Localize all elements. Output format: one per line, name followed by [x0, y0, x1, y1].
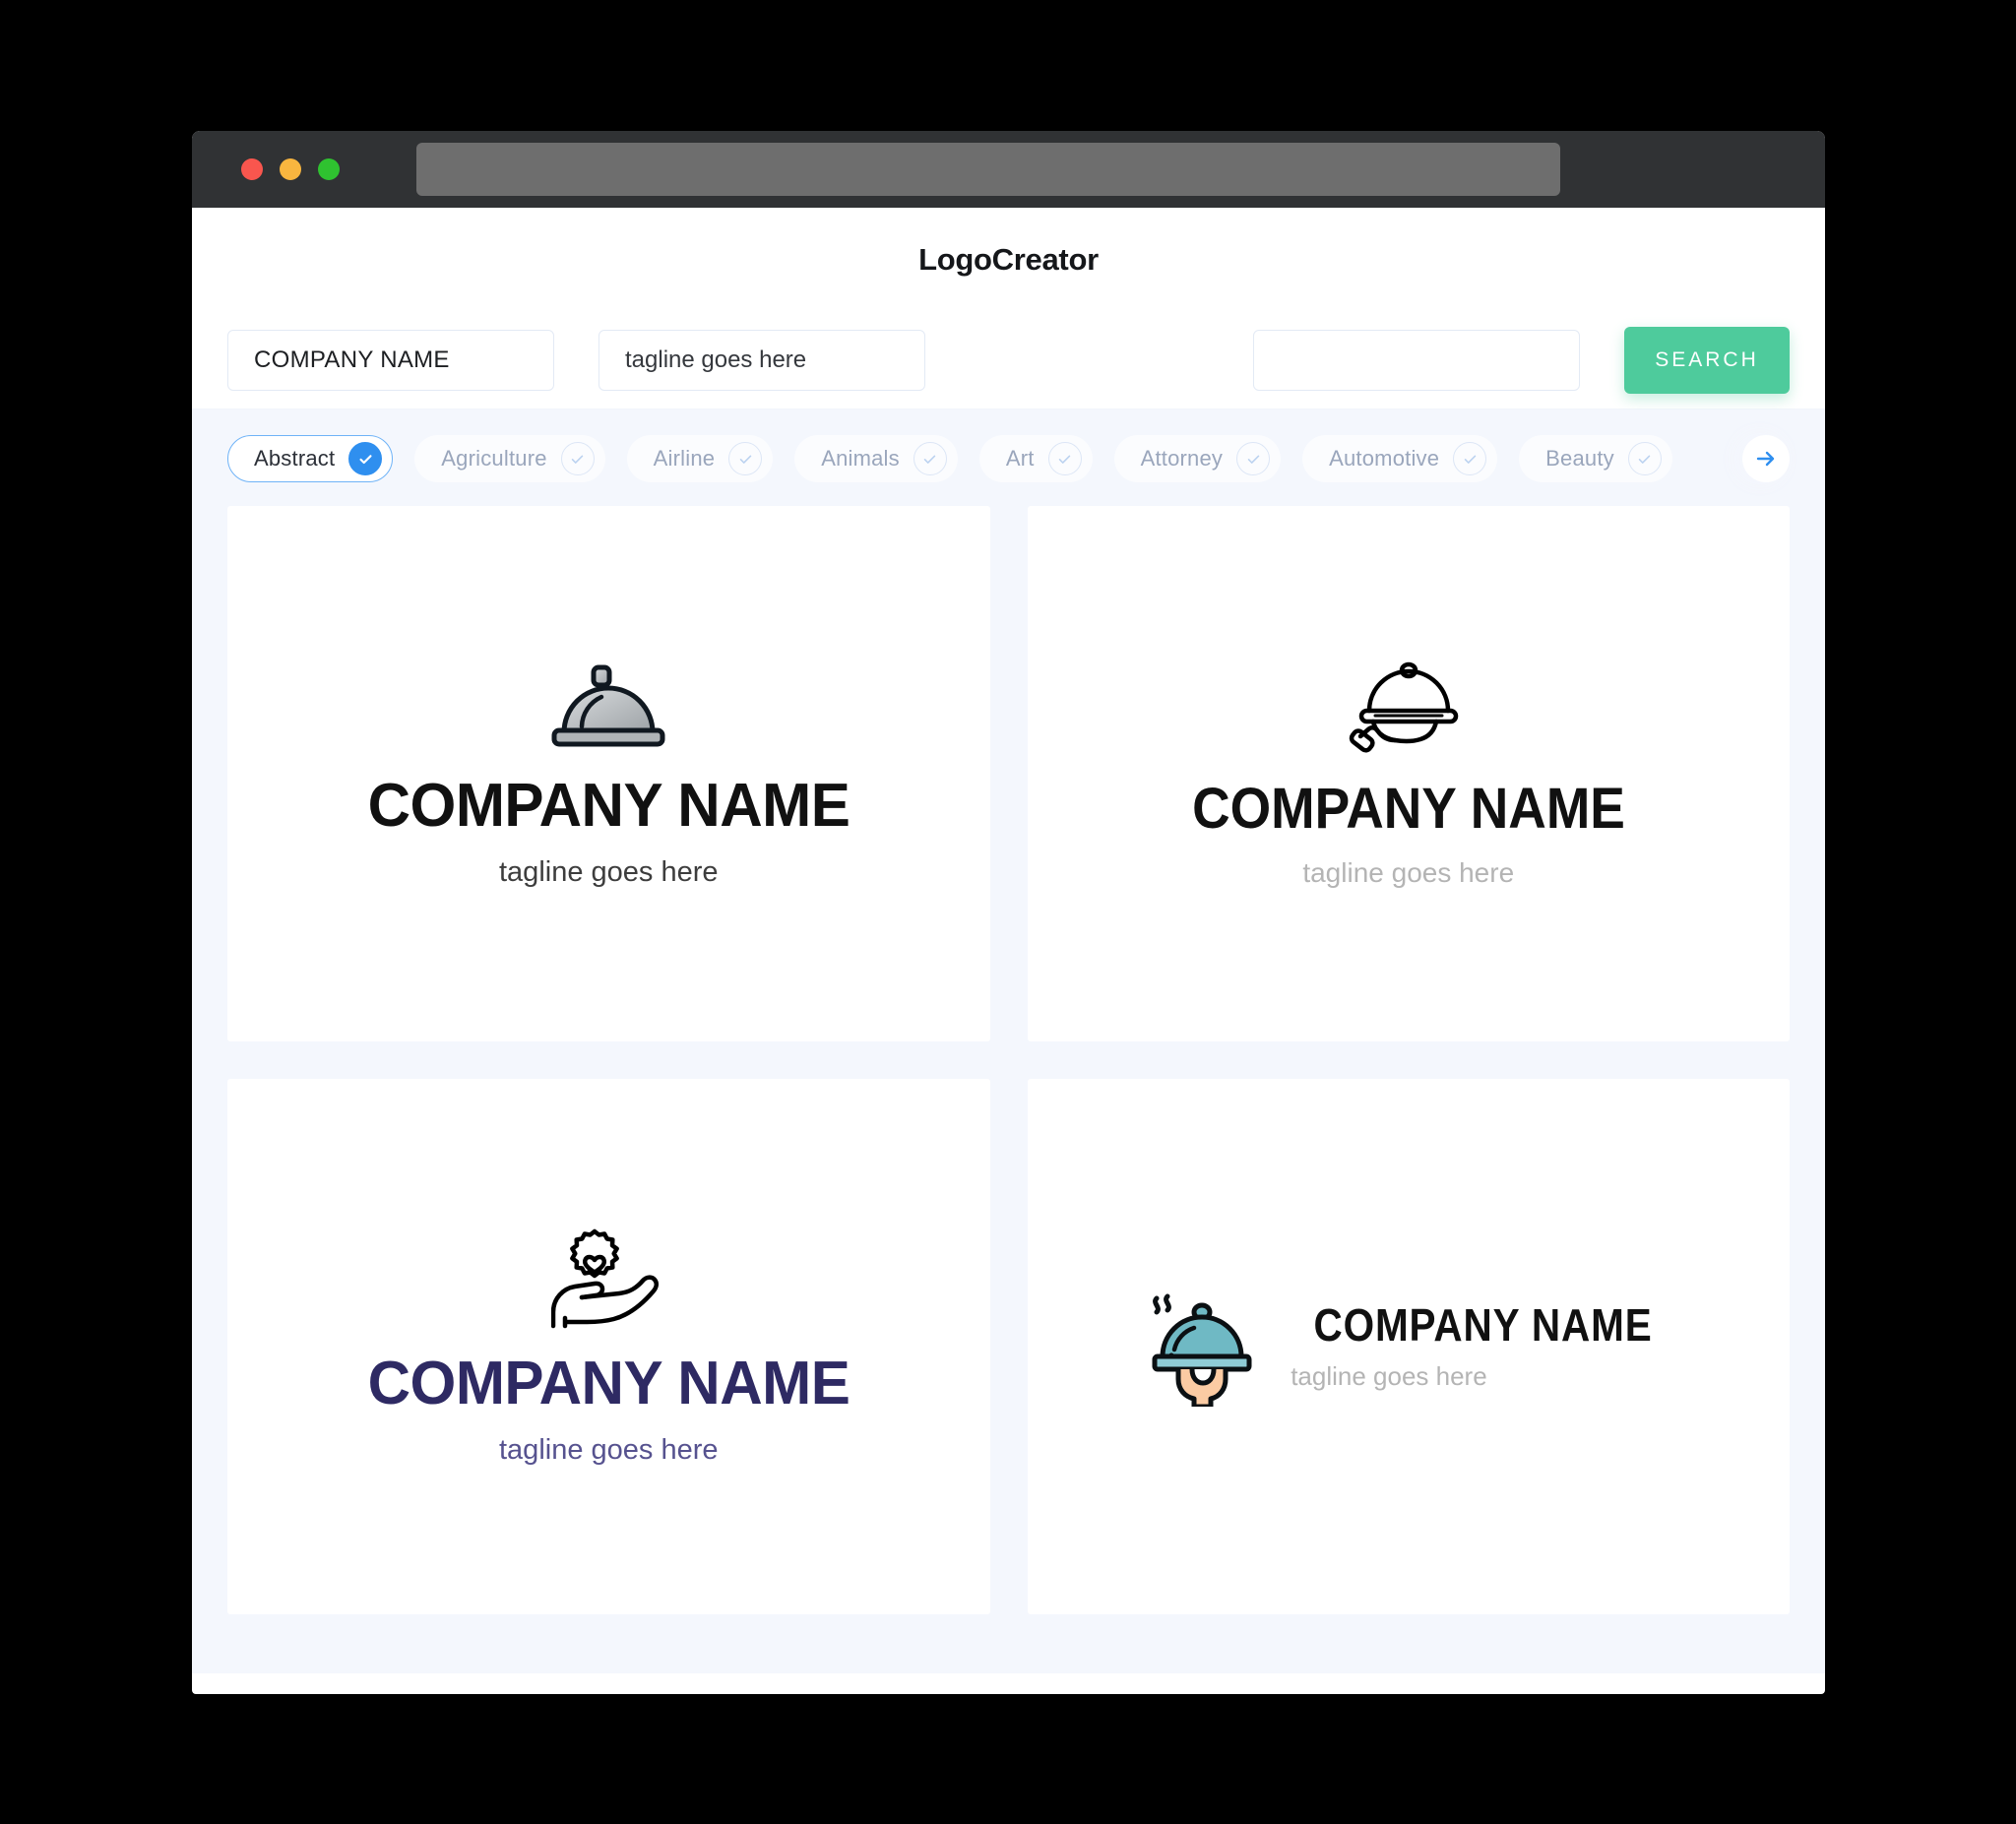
logo-results-grid: COMPANY NAME tagline goes here COMPANY N… — [192, 506, 1825, 1673]
logo-card[interactable]: COMPANY NAME tagline goes here — [227, 1079, 990, 1614]
category-chip-art[interactable]: Art — [978, 435, 1093, 482]
minimize-window-button[interactable] — [280, 158, 301, 180]
check-circle-icon — [1453, 442, 1487, 475]
browser-titlebar — [192, 131, 1825, 208]
logo-card[interactable]: COMPANY NAME tagline goes here — [1027, 506, 1790, 1041]
logo-tagline: tagline goes here — [499, 855, 719, 888]
keyword-input[interactable] — [1253, 329, 1580, 391]
category-chip-label: Agriculture — [441, 446, 547, 471]
category-chip-attorney[interactable]: Attorney — [1113, 435, 1282, 482]
category-chip-label: Art — [1005, 446, 1035, 471]
check-circle-icon — [1047, 442, 1082, 475]
category-chip-airline[interactable]: Airline — [626, 435, 774, 482]
category-chip-abstract[interactable]: Abstract — [227, 435, 394, 482]
silver-cloche-icon — [551, 664, 665, 746]
check-circle-icon — [560, 442, 595, 475]
category-chip-animals[interactable]: Animals — [794, 435, 958, 482]
app-header: LogoCreator — [192, 208, 1825, 311]
company-name-input[interactable] — [227, 329, 554, 391]
hand-holding-tray-outline-icon — [1349, 661, 1458, 753]
logo-tagline: tagline goes here — [1302, 857, 1515, 888]
logo-tagline: tagline goes here — [1291, 1360, 1487, 1391]
category-chip-label: Airline — [653, 446, 716, 471]
check-circle-icon — [913, 442, 947, 475]
check-circle-icon — [1627, 442, 1662, 475]
category-chip-label: Animals — [821, 446, 900, 471]
hand-holding-gear-heart-icon — [551, 1228, 660, 1328]
category-filter-bar: Abstract Agriculture Airline Animals Art… — [192, 409, 1825, 506]
category-chip-label: Attorney — [1140, 446, 1224, 471]
category-chip-beauty[interactable]: Beauty — [1519, 435, 1672, 482]
search-toolbar: SEARCH — [192, 311, 1825, 409]
categories-next-button[interactable] — [1742, 435, 1790, 482]
teal-cloche-hand-icon — [1152, 1293, 1252, 1407]
screen: LogoCreator SEARCH Abstract Agriculture — [0, 0, 2016, 1824]
traffic-lights — [241, 158, 340, 180]
search-button[interactable]: SEARCH — [1624, 326, 1790, 394]
url-bar[interactable] — [416, 143, 1560, 196]
category-chip-label: Beauty — [1545, 446, 1614, 471]
logo-company-name: COMPANY NAME — [1313, 1298, 1653, 1351]
maximize-window-button[interactable] — [318, 158, 340, 180]
logo-company-name: COMPANY NAME — [1191, 777, 1625, 841]
page-title: LogoCreator — [918, 241, 1099, 277]
close-window-button[interactable] — [241, 158, 263, 180]
logo-card[interactable]: COMPANY NAME tagline goes here — [1027, 1079, 1790, 1614]
logo-company-name: COMPANY NAME — [367, 1349, 850, 1417]
category-chip-label: Abstract — [254, 446, 336, 471]
check-circle-icon — [348, 442, 383, 475]
logo-company-name: COMPANY NAME — [367, 771, 850, 840]
logo-card[interactable]: COMPANY NAME tagline goes here — [227, 506, 990, 1041]
tagline-input[interactable] — [598, 329, 925, 391]
arrow-right-icon — [1756, 451, 1775, 467]
check-circle-icon — [728, 442, 763, 475]
check-circle-icon — [1236, 442, 1271, 475]
logo-tagline: tagline goes here — [499, 1433, 719, 1466]
category-chip-automotive[interactable]: Automotive — [1302, 435, 1498, 482]
browser-window: LogoCreator SEARCH Abstract Agriculture — [192, 131, 1825, 1694]
category-chip-label: Automotive — [1329, 446, 1440, 471]
category-chip-agriculture[interactable]: Agriculture — [414, 435, 605, 482]
